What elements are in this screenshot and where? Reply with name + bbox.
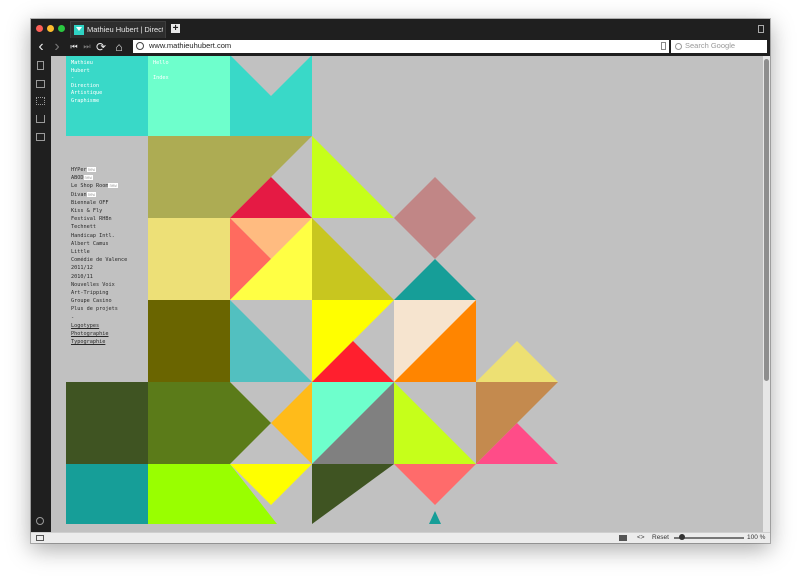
project-link-abod[interactable]: ABODnew (71, 174, 151, 182)
site-identity[interactable]: Mathieu Hubert - Direction Artistique Gr… (71, 60, 102, 106)
project-link[interactable]: Biennale OFF (71, 199, 151, 207)
zoom-level: 100 % (747, 534, 766, 541)
page-viewport: Mathieu Hubert - Direction Artistique Gr… (51, 56, 763, 532)
scrollbar-thumb[interactable] (764, 59, 769, 381)
tab-bar: Mathieu Hubert | Direction + (31, 19, 770, 38)
identity-line: Hubert (71, 67, 90, 74)
search-field[interactable]: Search Google (671, 40, 767, 53)
project-link-hyper[interactable]: HYPernew (71, 166, 151, 174)
browser-window: Mathieu Hubert | Direction + ‹ › ⏮ ⏭ ⟳ ⌂… (31, 19, 770, 543)
vertical-scrollbar[interactable] (763, 56, 770, 532)
settings-icon[interactable] (36, 517, 44, 525)
side-panel (31, 56, 51, 532)
project-link[interactable]: Comédie de Valence (71, 256, 151, 264)
category-link-photographie[interactable]: Photographie (71, 330, 151, 338)
project-link[interactable]: Technett (71, 223, 151, 231)
new-tab-button[interactable]: + (171, 24, 180, 34)
image-toggle-icon[interactable] (619, 535, 627, 541)
forward-button[interactable]: › (51, 39, 63, 55)
project-link[interactable]: Nouvelles Voix (71, 281, 151, 289)
project-menu: HYPernew ABODnew Le Shop Roomnew Divanne… (71, 166, 151, 346)
zoom-reset-button[interactable]: Reset (652, 534, 669, 541)
project-link[interactable]: Kiss & Fly (71, 207, 151, 215)
identity-line: Artistique (71, 90, 103, 97)
site-favicon-icon (74, 25, 84, 35)
new-badge: new (86, 191, 96, 197)
bookmark-icon[interactable] (661, 42, 666, 50)
address-bar[interactable]: www.mathieuhubert.com (133, 40, 669, 53)
minimize-window-button[interactable] (47, 25, 54, 32)
identity-line: Direction (71, 82, 100, 89)
site-info-icon[interactable] (136, 42, 144, 50)
project-link[interactable]: Festival RHBn (71, 215, 151, 223)
status-bar: <> Reset 100 % (31, 532, 770, 543)
identity-line: Mathieu (71, 60, 93, 66)
tab-title: Mathieu Hubert | Direction (87, 25, 163, 34)
logo-shape (230, 56, 312, 136)
home-button[interactable]: ⌂ (113, 39, 125, 55)
back-button[interactable]: ‹ (35, 39, 47, 55)
mail-icon[interactable] (36, 80, 45, 88)
new-badge: new (108, 183, 118, 189)
trash-icon[interactable] (758, 25, 764, 33)
search-placeholder: Search Google (685, 41, 736, 50)
identity-line: Graphisme (71, 97, 100, 104)
contacts-icon[interactable] (36, 97, 45, 105)
category-link-typographie[interactable]: Typographie (71, 338, 151, 346)
menu-separator: - (71, 314, 75, 321)
project-link[interactable]: Art-Tripping (71, 289, 151, 297)
project-link[interactable]: Groupe Casino (71, 297, 151, 305)
project-link[interactable]: 2011/12 (71, 264, 151, 272)
reload-button[interactable]: ⟳ (95, 39, 107, 55)
identity-line: - (71, 75, 75, 82)
url-text: www.mathieuhubert.com (149, 41, 232, 50)
category-link-logotypes[interactable]: Logotypes (71, 322, 151, 330)
more-projects-link[interactable]: Plus de projets (71, 305, 151, 313)
new-badge: new (83, 175, 93, 181)
zoom-slider-handle[interactable] (679, 534, 685, 540)
project-link-divan[interactable]: Divannew (71, 191, 151, 199)
new-badge: new (86, 167, 96, 172)
maximize-window-button[interactable] (58, 25, 65, 32)
panel-toggle-icon[interactable] (36, 535, 44, 541)
contact-spacer (153, 68, 169, 76)
contact-links: Hello Index (153, 60, 169, 83)
tab-active[interactable]: Mathieu Hubert | Direction (70, 21, 166, 38)
bookmarks-icon[interactable] (37, 61, 44, 70)
rewind-button[interactable]: ⏮ (68, 39, 80, 55)
project-link[interactable]: 2010/11 (71, 273, 151, 281)
geometric-artwork (66, 56, 558, 524)
notes-icon[interactable] (36, 133, 45, 141)
close-window-button[interactable] (36, 25, 43, 32)
fast-forward-button[interactable]: ⏭ (81, 39, 93, 55)
project-link[interactable]: Little (71, 248, 151, 256)
download-icon[interactable] (36, 115, 45, 123)
hello-link[interactable]: Hello (153, 60, 169, 68)
project-link[interactable]: Albert Camus (71, 240, 151, 248)
project-link[interactable]: Handicap Intl. (71, 232, 151, 240)
search-icon (675, 43, 682, 50)
index-link[interactable]: Index (153, 75, 169, 83)
code-icon[interactable]: <> (637, 534, 645, 541)
project-link-le-shop-room[interactable]: Le Shop Roomnew (71, 182, 151, 190)
